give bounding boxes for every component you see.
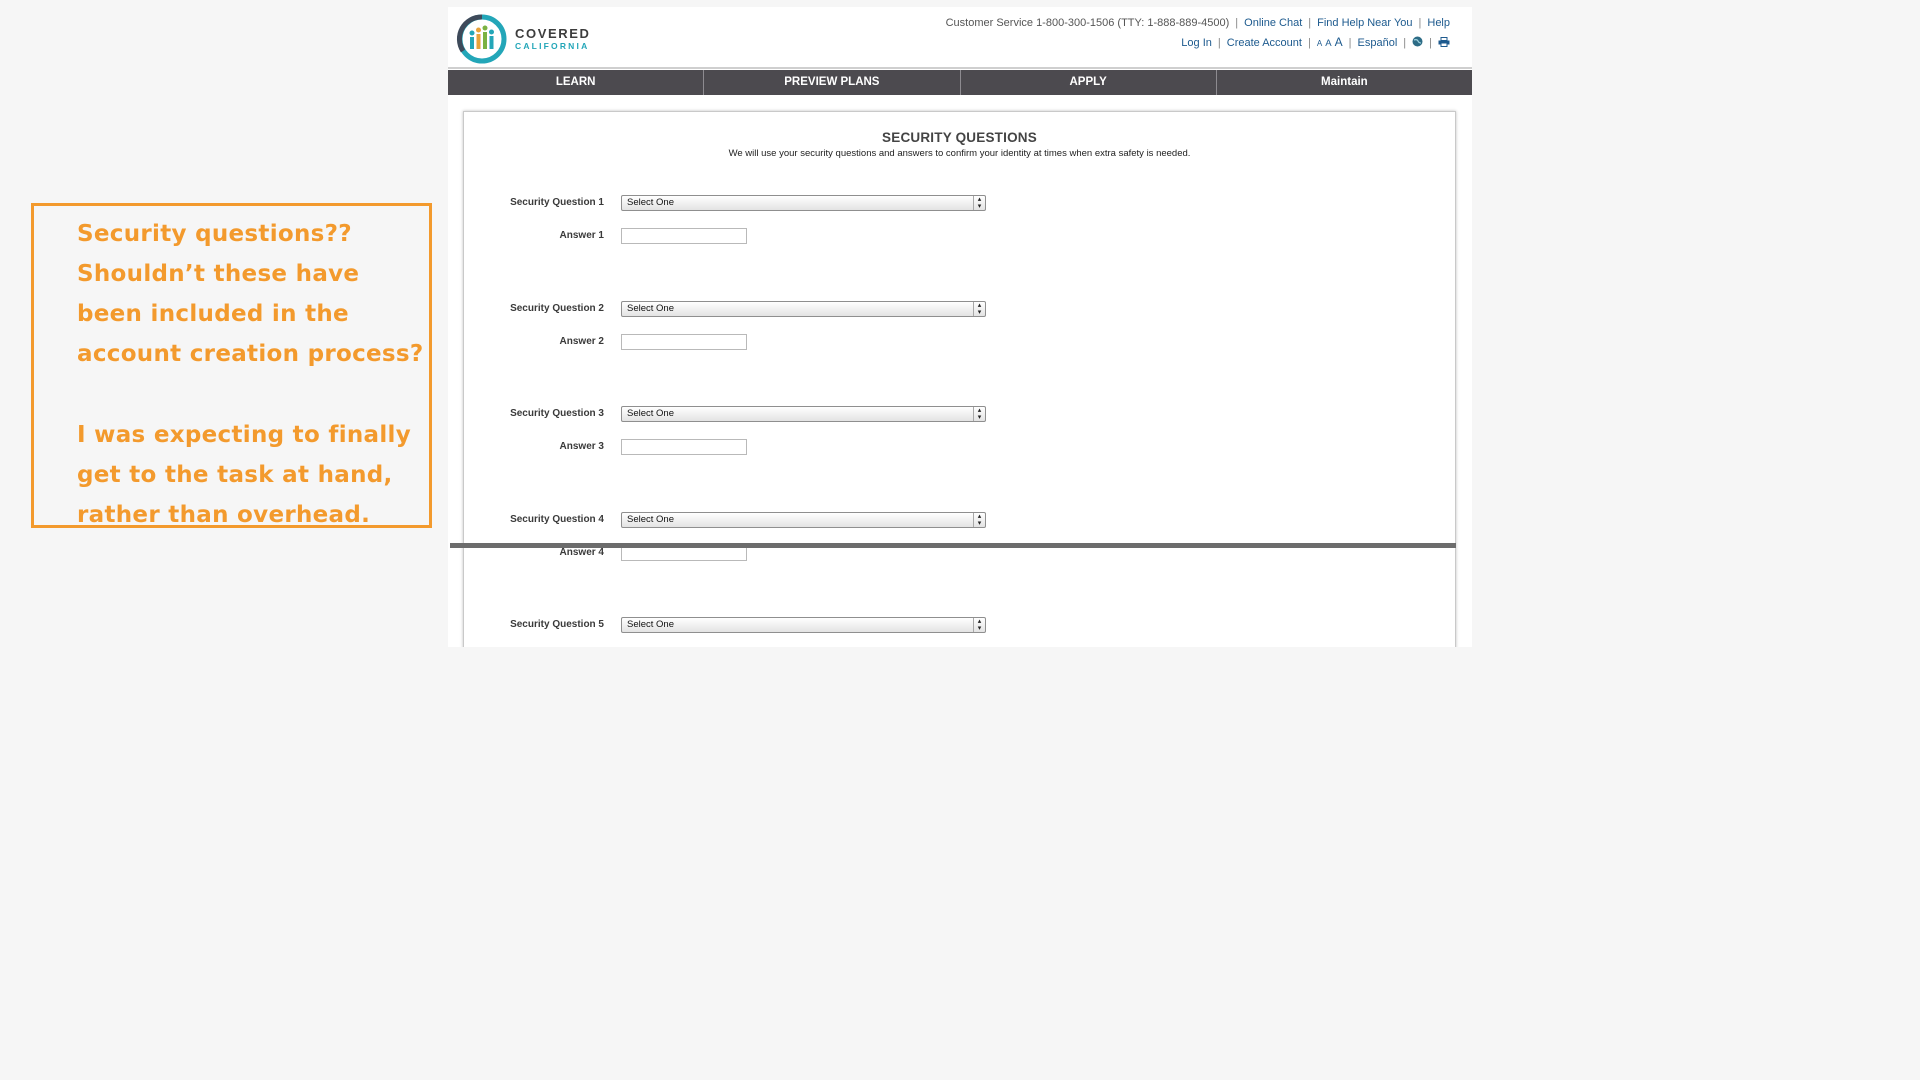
question-label: Security Question 1 xyxy=(510,197,604,208)
logo-text-california: CALIFORNIA xyxy=(515,41,590,51)
security-questions-panel: SECURITY QUESTIONS We will use your secu… xyxy=(463,111,1456,647)
select-arrows-icon: ▴ ▾ xyxy=(973,302,985,316)
log-in-link[interactable]: Log In xyxy=(1181,37,1212,49)
answer-3-input[interactable] xyxy=(621,439,747,455)
select-value: Select One xyxy=(627,514,674,525)
security-question-5-select[interactable]: Select One ▴ ▾ xyxy=(621,617,986,633)
question-row-2: Security Question 2 Select One ▴ ▾ xyxy=(464,301,1064,321)
nav-maintain[interactable]: Maintain xyxy=(1215,70,1472,95)
annotation-callout: Security questions?? Shouldn’t these hav… xyxy=(31,203,432,528)
answer-row-1: Answer 1 xyxy=(464,228,1064,248)
security-question-1-select[interactable]: Select One ▴ ▾ xyxy=(621,195,986,211)
logo-wordmark: COVERED CALIFORNIA xyxy=(515,26,591,52)
print-icon[interactable] xyxy=(1438,37,1450,50)
answer-label: Answer 3 xyxy=(559,441,604,452)
select-arrows-icon: ▴ ▾ xyxy=(973,407,985,421)
page-title: SECURITY QUESTIONS xyxy=(882,130,1037,145)
answer-row-4: Answer 4 xyxy=(464,545,1064,565)
security-question-4-select[interactable]: Select One ▴ ▾ xyxy=(621,512,986,528)
text-size-small[interactable]: A xyxy=(1317,39,1322,48)
utility-links-bottom: Log In | Create Account | A A A | Español | | xyxy=(1181,35,1450,50)
page-subtitle: We will use your security questions and … xyxy=(728,148,1191,159)
utility-links-top: Customer Service 1-800-300-1506 (TTY: 1-… xyxy=(945,17,1450,29)
answer-label: Answer 1 xyxy=(559,230,604,241)
help-link[interactable]: Help xyxy=(1427,17,1450,29)
answer-1-input[interactable] xyxy=(621,228,747,244)
security-question-2-select[interactable]: Select One ▴ ▾ xyxy=(621,301,986,317)
security-question-3-select[interactable]: Select One ▴ ▾ xyxy=(621,406,986,422)
fold-divider-line xyxy=(450,543,1456,548)
nav-learn[interactable]: LEARN xyxy=(448,70,703,95)
question-label: Security Question 5 xyxy=(510,619,604,630)
annotation-text-1: Security questions?? Shouldn’t these hav… xyxy=(77,221,424,367)
text-size-controls: A A A xyxy=(1317,35,1343,49)
question-label: Security Question 4 xyxy=(510,514,604,525)
globe-icon[interactable] xyxy=(1412,36,1423,50)
question-row-5: Security Question 5 Select One ▴ ▾ xyxy=(464,617,1064,637)
question-row-4: Security Question 4 Select One ▴ ▾ xyxy=(464,512,1064,532)
espanol-link[interactable]: Español xyxy=(1358,37,1398,49)
logo-text-covered: COVERED xyxy=(515,26,591,41)
nav-apply[interactable]: APPLY xyxy=(959,70,1216,95)
answer-row-2: Answer 2 xyxy=(464,334,1064,354)
text-size-large[interactable]: A xyxy=(1335,35,1343,49)
question-label: Security Question 2 xyxy=(510,303,604,314)
select-value: Select One xyxy=(627,303,674,314)
select-arrows-icon: ▴ ▾ xyxy=(973,196,985,210)
annotation-text-2: I was expecting to finally get to the ta… xyxy=(77,422,412,528)
select-arrows-icon: ▴ ▾ xyxy=(973,618,985,632)
select-arrows-icon: ▴ ▾ xyxy=(973,513,985,527)
question-label: Security Question 3 xyxy=(510,408,604,419)
main-nav: LEARN PREVIEW PLANS APPLY Maintain xyxy=(448,70,1472,95)
answer-label: Answer 2 xyxy=(559,336,604,347)
select-value: Select One xyxy=(627,197,674,208)
create-account-link[interactable]: Create Account xyxy=(1227,37,1302,49)
nav-preview-plans[interactable]: PREVIEW PLANS xyxy=(703,70,959,95)
covered-california-logo-icon xyxy=(456,14,507,64)
covered-california-logo[interactable]: COVERED CALIFORNIA xyxy=(455,13,591,65)
answer-2-input[interactable] xyxy=(621,334,747,350)
question-row-1: Security Question 1 Select One ▴ ▾ xyxy=(464,195,1064,215)
answer-row-3: Answer 3 xyxy=(464,439,1064,459)
site-header: COVERED CALIFORNIA Customer Service 1-80… xyxy=(448,7,1472,69)
customer-service-text: Customer Service 1-800-300-1506 (TTY: 1-… xyxy=(945,17,1230,29)
text-size-medium[interactable]: A xyxy=(1325,38,1331,49)
find-help-link[interactable]: Find Help Near You xyxy=(1317,17,1412,29)
select-value: Select One xyxy=(627,408,674,419)
select-value: Select One xyxy=(627,619,674,630)
question-row-3: Security Question 3 Select One ▴ ▾ xyxy=(464,406,1064,426)
online-chat-link[interactable]: Online Chat xyxy=(1244,17,1302,29)
website-page: COVERED CALIFORNIA Customer Service 1-80… xyxy=(448,7,1472,647)
